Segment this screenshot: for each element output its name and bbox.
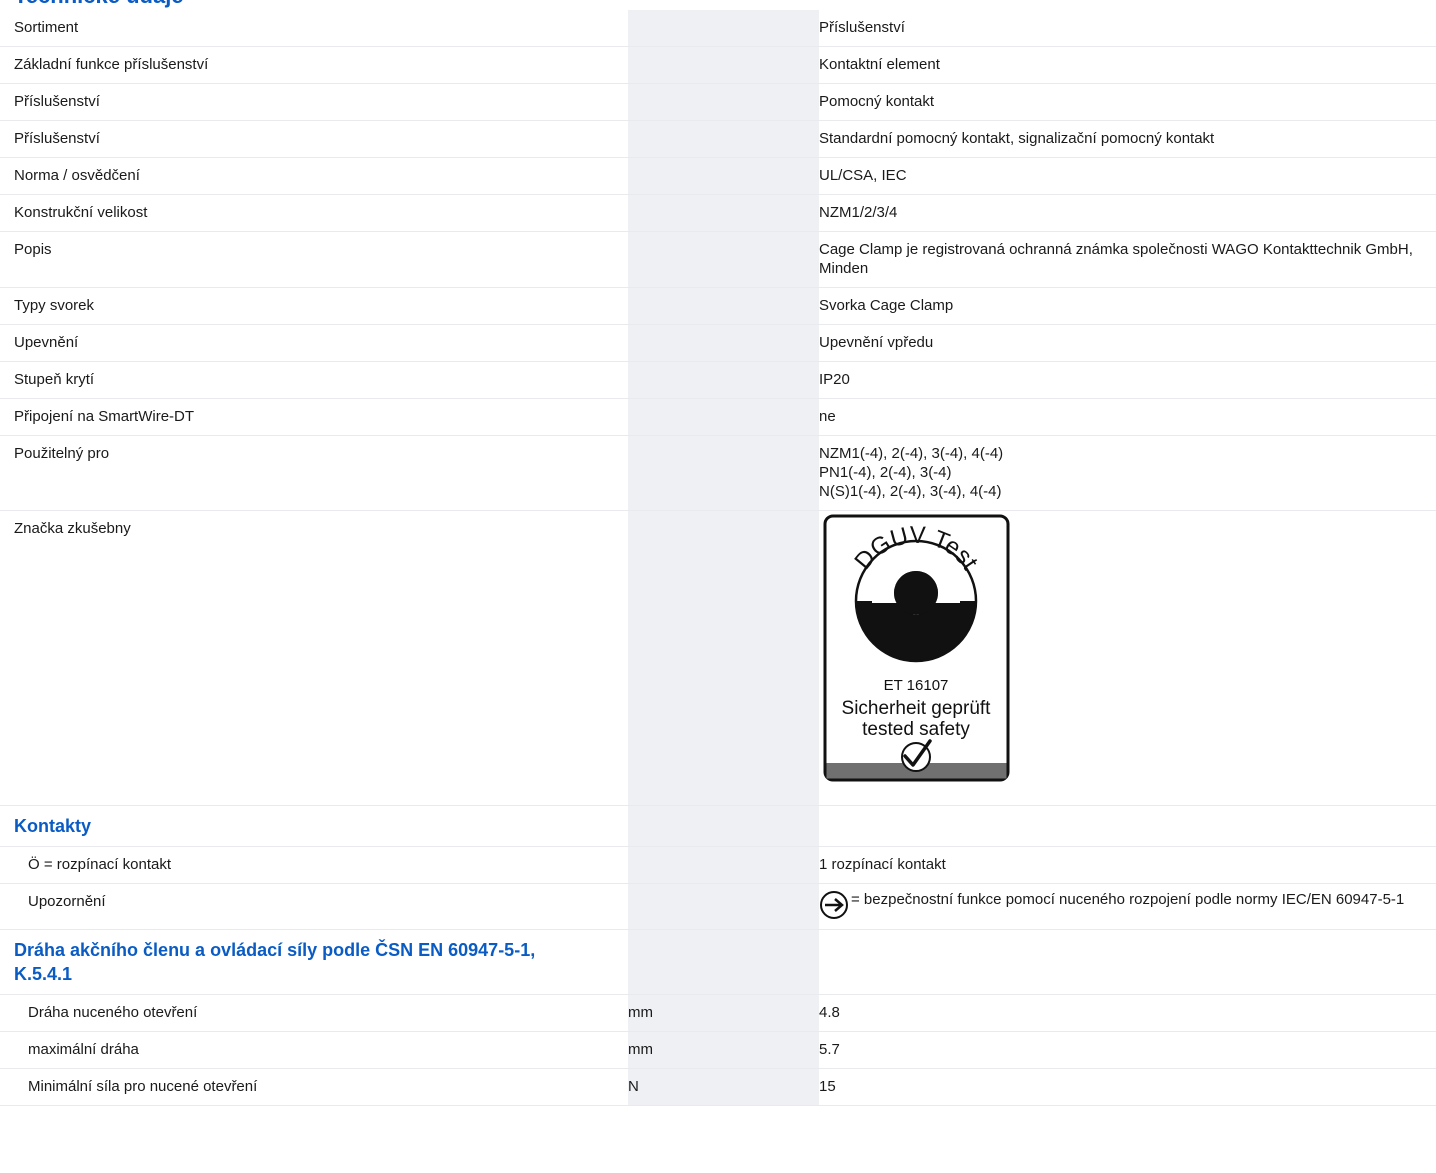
spec-label: Konstrukční velikost [14, 204, 148, 221]
spec-label: Dráha nuceného otevření [28, 1004, 198, 1021]
spec-row: Připojení na SmartWire-DT ne [0, 399, 1436, 436]
spec-unit [628, 288, 819, 324]
spec-value: NZM1/2/3/4 [819, 204, 898, 221]
spec-value: 1 rozpínací kontakt [819, 856, 946, 873]
spec-row-contact: Ö = rozpínací kontakt 1 rozpínací kontak… [0, 847, 1436, 884]
spec-value: NZM1(-4), 2(-4), 3(-4), 4(-4) PN1(-4), 2… [819, 436, 1436, 510]
usable-line: N(S)1(-4), 2(-4), 3(-4), 4(-4) [819, 483, 1002, 500]
spec-value: Pomocný kontakt [819, 93, 935, 110]
spec-label: Příslušenství [14, 130, 100, 147]
spec-row-test-mark: Značka zkušebny DGUV Test ET 16107 Siche… [0, 511, 1436, 806]
spec-unit [628, 10, 819, 46]
section-actuator: Dráha akčního členu a ovládací síly podl… [0, 930, 1436, 995]
spec-table: Sortiment Příslušenství Základní funkce př… [0, 10, 1436, 1106]
spec-row: Stupeň krytí IP20 [0, 362, 1436, 399]
spec-value: Upevnění vpředu [819, 334, 934, 351]
logo-line2: tested safety [862, 719, 970, 740]
spec-row: Norma / osvědčení UL/CSA, IEC [0, 158, 1436, 195]
spec-row: Dráha nuceného otevření mm 4.8 [0, 995, 1436, 1032]
spec-label: Značka zkušebny [14, 520, 131, 537]
spec-value: Příslušenství [819, 19, 905, 36]
spec-unit [628, 362, 819, 398]
spec-unit [628, 195, 819, 231]
spec-row: Příslušenství Standardní pomocný kontakt,… [0, 121, 1436, 158]
spec-row: Upevnění Upevnění vpředu [0, 325, 1436, 362]
dguv-test-logo: DGUV Test ET 16107 Sicherheit geprüft te… [823, 514, 1010, 782]
spec-unit [628, 325, 819, 361]
spec-label: Upozornění [28, 893, 106, 910]
spec-label: Minimální síla pro nucené otevření [28, 1078, 258, 1095]
spec-value: ne [819, 408, 836, 425]
spec-label: Norma / osvědčení [14, 167, 140, 184]
spec-label: Použitelný pro [14, 445, 110, 462]
spec-unit [628, 158, 819, 194]
spec-row: Minimální síla pro nucené otevření N 15 [0, 1069, 1436, 1106]
spec-row: Popis Cage Clamp je registrovaná ochranná… [0, 232, 1436, 288]
spec-unit: N [628, 1069, 819, 1105]
spec-unit: mm [628, 995, 819, 1031]
spec-value: 15 [819, 1078, 836, 1095]
spec-label: maximální dráha [28, 1041, 139, 1058]
spec-label: Ö = rozpínací kontakt [28, 856, 171, 873]
spec-value: Svorka Cage Clamp [819, 297, 954, 314]
spec-unit [628, 232, 819, 287]
spec-value: Standardní pomocný kontakt, signalizační… [819, 130, 1215, 147]
spec-unit [628, 47, 819, 83]
spec-unit [628, 84, 819, 120]
general-rows: Sortiment Příslušenství Základní funkce př… [0, 10, 1436, 436]
spec-label: Příslušenství [14, 93, 100, 110]
usable-line: PN1(-4), 2(-4), 3(-4) [819, 464, 952, 481]
spec-unit [628, 884, 819, 929]
spec-row: Základní funkce příslušenství Kontaktní e… [0, 47, 1436, 84]
spec-row: Sortiment Příslušenství [0, 10, 1436, 47]
logo-line1: Sicherheit geprüft [842, 698, 992, 719]
spec-value: Cage Clamp je registrovaná ochranná znám… [819, 241, 1413, 277]
section-heading: Dráha akčního členu a ovládací síly podl… [14, 940, 536, 984]
spec-row: Příslušenství Pomocný kontakt [0, 84, 1436, 121]
spec-label: Upevnění [14, 334, 79, 351]
spec-label: Základní funkce příslušenství [14, 56, 209, 73]
spec-value: IP20 [819, 371, 850, 388]
spec-value: 4.8 [819, 1004, 840, 1021]
spec-label: Popis [14, 241, 52, 258]
spec-label: Připojení na SmartWire-DT [14, 408, 195, 425]
spec-unit [628, 847, 819, 883]
spec-value: Kontaktní element [819, 56, 940, 73]
spec-row: Typy svorek Svorka Cage Clamp [0, 288, 1436, 325]
note-text: = bezpečnostní funkce pomocí nuceného ro… [851, 891, 1405, 908]
spec-row-usable-for: Použitelný pro NZM1(-4), 2(-4), 3(-4), 4… [0, 436, 1436, 511]
actuator-rows: Dráha nuceného otevření mm 4.8 maximální dr… [0, 995, 1436, 1106]
spec-unit: mm [628, 1032, 819, 1068]
spec-unit [628, 930, 819, 994]
spec-row: Konstrukční velikost NZM1/2/3/4 [0, 195, 1436, 232]
forced-opening-icon [820, 891, 848, 919]
spec-unit [628, 436, 819, 510]
spec-value [819, 930, 1436, 994]
logo-number: ET 16107 [884, 677, 949, 694]
spec-value: UL/CSA, IEC [819, 167, 907, 184]
usable-line: NZM1(-4), 2(-4), 3(-4), 4(-4) [819, 445, 1004, 462]
spec-label: Typy svorek [14, 297, 95, 314]
spec-unit [628, 399, 819, 435]
page-title: Technické údaje [14, 0, 184, 8]
spec-row: maximální dráha mm 5.7 [0, 1032, 1436, 1069]
spec-unit [628, 121, 819, 157]
section-heading: Kontakty [14, 816, 92, 836]
spec-unit [628, 806, 819, 846]
spec-value: 5.7 [819, 1041, 840, 1058]
spec-label: Sortiment [14, 19, 79, 36]
spec-value: = bezpečnostní funkce pomocí nuceného ro… [819, 884, 1436, 929]
spec-label: Stupeň krytí [14, 371, 95, 388]
spec-value: DGUV Test ET 16107 Sicherheit geprüft te… [819, 511, 1436, 805]
spec-value [819, 806, 1436, 846]
spec-unit [628, 511, 819, 805]
spec-row-note: Upozornění = bezpečnostní funkce pomocí … [0, 884, 1436, 930]
section-contacts: Kontakty [0, 806, 1436, 847]
